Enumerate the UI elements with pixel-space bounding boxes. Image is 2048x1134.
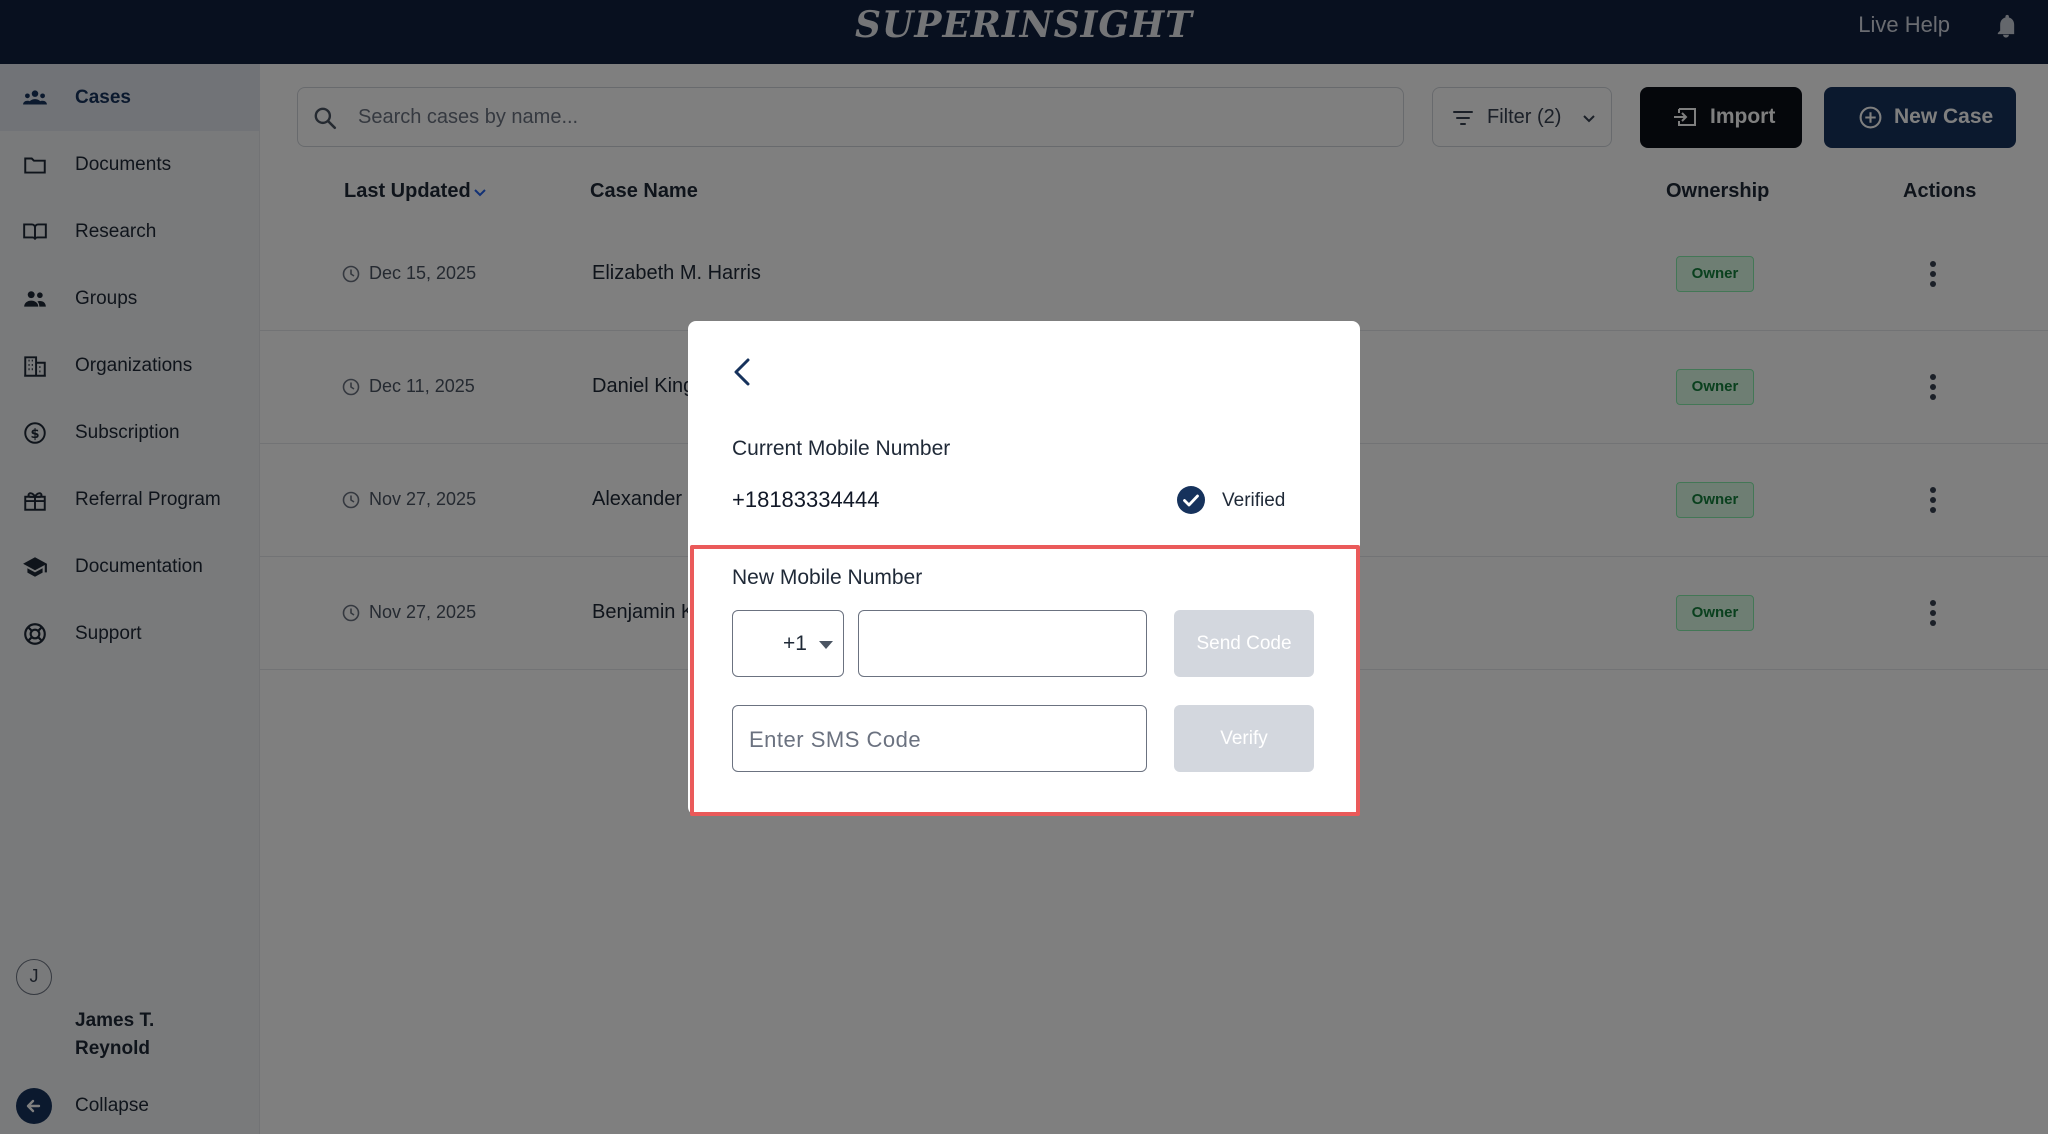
check-circle-icon bbox=[1177, 486, 1205, 514]
new-number-label: New Mobile Number bbox=[732, 566, 923, 589]
send-code-button[interactable]: Send Code bbox=[1174, 610, 1314, 677]
sms-code-placeholder: Enter SMS Code bbox=[749, 727, 922, 752]
verified-status: Verified bbox=[1222, 490, 1286, 511]
current-number-label: Current Mobile Number bbox=[732, 437, 951, 460]
verify-button[interactable]: Verify bbox=[1174, 705, 1314, 772]
country-code-value: +1 bbox=[783, 632, 807, 655]
caret-down-icon bbox=[819, 641, 833, 649]
country-code-select[interactable]: +1 bbox=[732, 610, 844, 677]
current-number-value: +18183334444 bbox=[732, 487, 880, 512]
change-mobile-number-dialog: Current Mobile Number +18183334444 Verif… bbox=[688, 321, 1360, 816]
chevron-left-icon[interactable] bbox=[730, 354, 754, 390]
sms-code-input[interactable]: Enter SMS Code bbox=[732, 705, 1147, 772]
phone-number-input[interactable] bbox=[858, 610, 1147, 677]
